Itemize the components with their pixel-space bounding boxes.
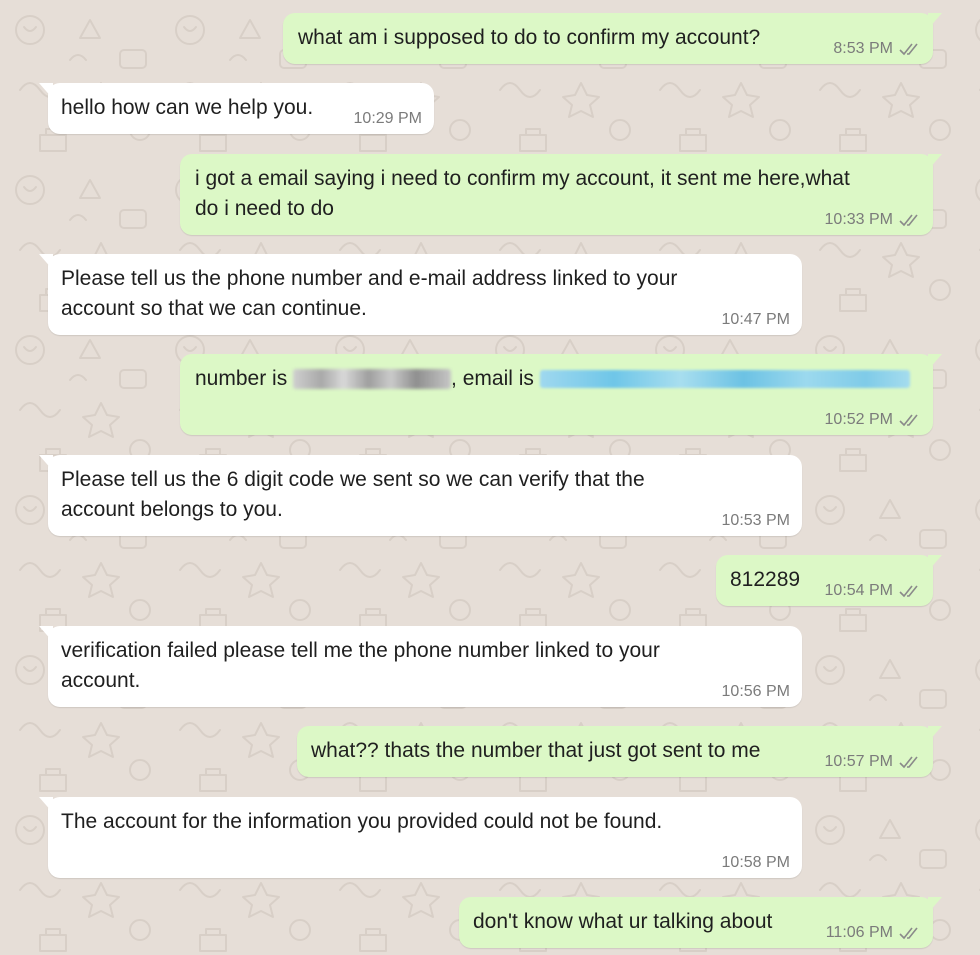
message-meta: 10:54 PM [825, 582, 921, 600]
message-text-line-1: Please tell us the 6 digit code we sent … [61, 468, 645, 491]
message-time: 10:33 PM [824, 211, 893, 228]
bubble-tail [928, 555, 942, 571]
message-time: 10:54 PM [824, 582, 893, 599]
message-time: 10:47 PM [721, 311, 790, 328]
message-text-line-1: i got a email saying i need to confirm m… [195, 167, 850, 190]
message-meta: 11:06 PM [826, 924, 921, 942]
double-check-icon [899, 43, 918, 56]
outgoing-message[interactable]: don't know what ur talking about 11:06 P… [459, 897, 942, 948]
message-text: don't know what ur talking about [473, 910, 773, 933]
email-label: email is [462, 367, 534, 390]
message-time: 10:57 PM [824, 753, 893, 770]
message-meta: 10:52 PM [825, 411, 921, 429]
outgoing-message[interactable]: what?? thats the number that just got se… [297, 726, 942, 777]
message-time: 10:29 PM [353, 110, 422, 127]
incoming-message[interactable]: Please tell us the 6 digit code we sent … [39, 455, 802, 536]
bubble-tail [928, 897, 942, 913]
double-check-icon [899, 585, 918, 598]
incoming-message[interactable]: verification failed please tell me the p… [39, 626, 802, 707]
bubble-tail [39, 626, 53, 642]
message-text: number is , email is [195, 364, 910, 394]
message-meta: 10:29 PM [354, 110, 422, 128]
double-check-icon [899, 756, 918, 769]
message-meta: 10:56 PM [722, 683, 790, 701]
bubble-tail [928, 154, 942, 170]
blurred-phone-number [293, 369, 452, 390]
incoming-message[interactable]: Please tell us the phone number and e-ma… [39, 254, 802, 335]
message-meta: 8:53 PM [833, 40, 921, 58]
bubble-tail [39, 254, 53, 270]
message-time: 10:53 PM [721, 512, 790, 529]
incoming-message[interactable]: The account for the information you prov… [39, 797, 802, 878]
message-time: 11:06 PM [825, 924, 893, 941]
bubble-tail [928, 13, 942, 29]
message-time: 10:52 PM [824, 411, 893, 428]
message-text: what?? thats the number that just got se… [311, 739, 761, 762]
message-text-line-2: account. [61, 669, 141, 692]
outgoing-message[interactable]: i got a email saying i need to confirm m… [180, 154, 942, 235]
blurred-email-address [539, 370, 910, 389]
message-meta: 10:33 PM [825, 211, 921, 229]
message-text: what am i supposed to do to confirm my a… [298, 26, 761, 49]
bubble-tail [928, 354, 942, 370]
chat-thread: what am i supposed to do to confirm my a… [0, 0, 980, 955]
double-check-icon [899, 214, 918, 227]
message-text: hello how can we help you. [61, 96, 314, 119]
bubble-tail [39, 455, 53, 471]
comma: , [451, 367, 457, 390]
message-text: 812289 [730, 568, 801, 591]
incoming-message[interactable]: hello how can we help you. 10:29 PM [39, 83, 434, 134]
message-text: The account for the information you prov… [61, 810, 663, 833]
bubble-tail [928, 726, 942, 742]
bubble-tail [39, 797, 53, 813]
number-label: number is [195, 367, 288, 390]
outgoing-message[interactable]: 812289 10:54 PM [716, 555, 942, 606]
outgoing-message[interactable]: number is , email is 10:52 PM [180, 354, 942, 435]
message-text-line-2: account so that we can continue. [61, 297, 367, 320]
message-text-line-2: account belongs to you. [61, 498, 283, 521]
message-meta: 10:58 PM [722, 854, 790, 872]
message-text-line-1: verification failed please tell me the p… [61, 639, 660, 662]
message-meta: 10:57 PM [825, 753, 921, 771]
message-text-line-1: Please tell us the phone number and e-ma… [61, 267, 678, 290]
bubble-tail [39, 83, 53, 99]
message-meta: 10:53 PM [722, 512, 790, 530]
message-text-line-2: do i need to do [195, 197, 334, 220]
message-meta: 10:47 PM [722, 311, 790, 329]
message-time: 10:58 PM [721, 854, 790, 871]
double-check-icon [899, 414, 918, 427]
double-check-icon [899, 927, 918, 940]
outgoing-message[interactable]: what am i supposed to do to confirm my a… [283, 13, 942, 64]
message-time: 10:56 PM [721, 683, 790, 700]
message-time: 8:53 PM [833, 40, 893, 57]
